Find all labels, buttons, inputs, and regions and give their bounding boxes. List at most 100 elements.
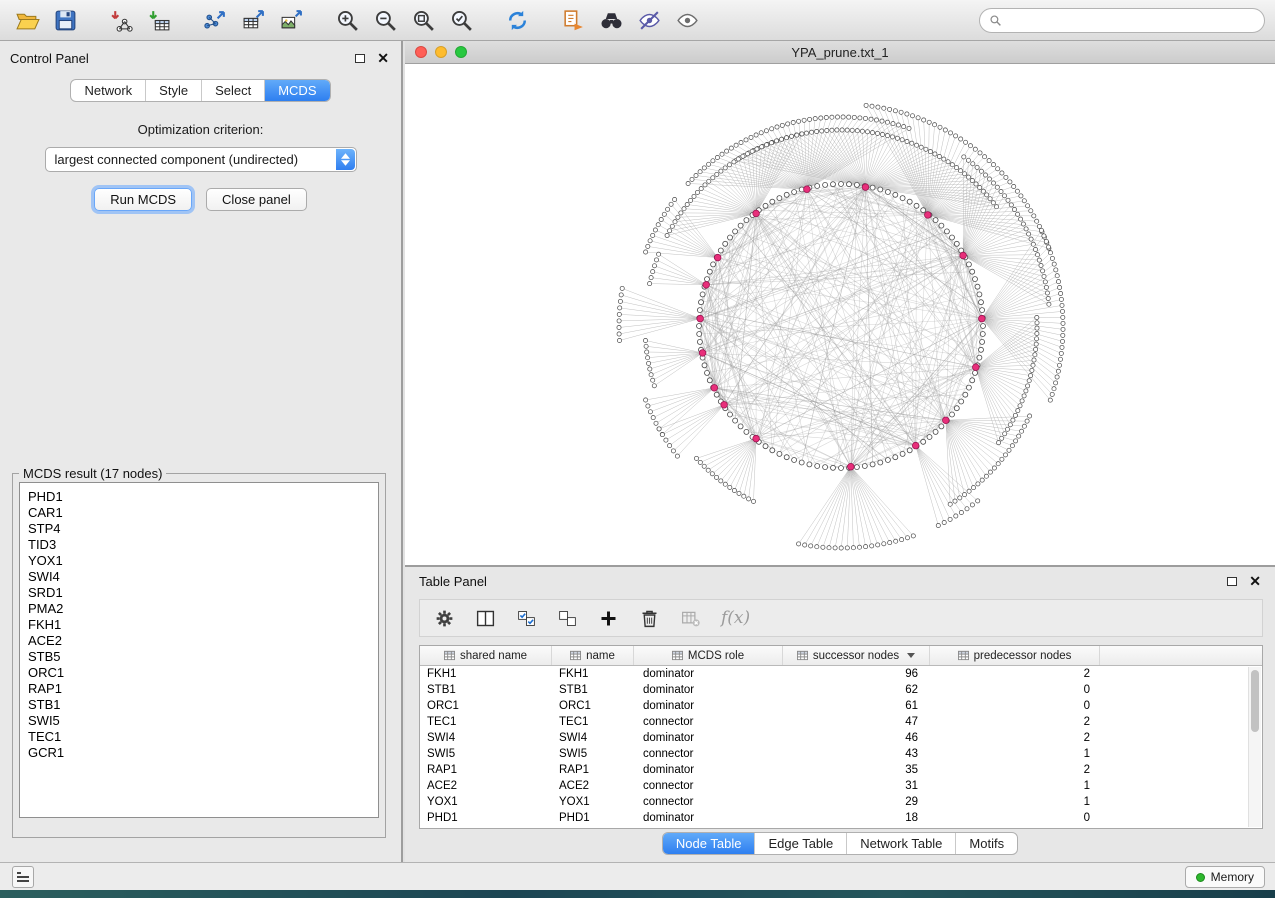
column-header-predecessor-nodes[interactable]: predecessor nodes (930, 646, 1100, 665)
run-mcds-button[interactable]: Run MCDS (94, 188, 192, 211)
zoom-fit-button[interactable] (406, 4, 440, 36)
table-scrollbar[interactable] (1248, 667, 1261, 827)
close-panel-icon[interactable]: ✕ (377, 53, 389, 63)
tab-select[interactable]: Select (201, 80, 264, 101)
open-file-button[interactable] (10, 4, 44, 36)
binoculars-icon (599, 8, 624, 33)
memory-button[interactable]: Memory (1185, 866, 1265, 888)
mcds-result-item[interactable]: STB5 (28, 649, 378, 665)
save-button[interactable] (48, 4, 82, 36)
search-input[interactable] (1002, 13, 1255, 27)
search-box[interactable] (979, 8, 1265, 33)
function-builder-icon[interactable]: f(x) (721, 608, 750, 628)
tab-style[interactable]: Style (145, 80, 201, 101)
mcds-result-item[interactable]: PHD1 (28, 489, 378, 505)
tab-mcds[interactable]: MCDS (264, 80, 329, 101)
table-row[interactable]: SWI5SWI5connector431 (420, 746, 1262, 762)
cell-name: ACE2 (552, 778, 634, 794)
cell-shared-name: YOX1 (420, 794, 552, 810)
table-row[interactable]: FKH1FKH1dominator962 (420, 666, 1262, 682)
mcds-result-item[interactable]: PMA2 (28, 601, 378, 617)
import-network-button[interactable] (104, 4, 138, 36)
float-table-panel-icon[interactable] (1227, 577, 1237, 586)
table-grid-icon (797, 650, 808, 661)
add-column-icon[interactable] (598, 608, 619, 629)
export-table-icon (241, 8, 266, 33)
table-row[interactable]: PHD1PHD1dominator180 (420, 810, 1262, 826)
memory-status-icon (1196, 873, 1205, 882)
network-graph[interactable] (405, 64, 1275, 565)
export-table-button[interactable] (236, 4, 270, 36)
mcds-result-item[interactable]: STB1 (28, 697, 378, 713)
show-button[interactable] (670, 4, 704, 36)
mcds-result-item[interactable]: STP4 (28, 521, 378, 537)
cell-mcds-role: dominator (634, 666, 783, 682)
zoom-in-button[interactable] (330, 4, 364, 36)
cell-mcds-role: connector (634, 794, 783, 810)
refresh-group (500, 4, 534, 36)
close-table-panel-icon[interactable]: ✕ (1249, 576, 1261, 586)
mcds-result-item[interactable]: RAP1 (28, 681, 378, 697)
criterion-dropdown[interactable]: largest connected component (undirected) (45, 147, 357, 172)
import-table-button[interactable] (142, 4, 176, 36)
scrollbar-thumb[interactable] (1251, 670, 1259, 732)
column-header-filler (1100, 646, 1262, 665)
select-all-icon[interactable] (516, 608, 537, 629)
cell-predecessor-nodes: 2 (930, 762, 1100, 778)
cell-successor-nodes: 35 (783, 762, 930, 778)
tab-network-table[interactable]: Network Table (846, 833, 955, 854)
export-network-button[interactable] (198, 4, 232, 36)
mcds-result-item[interactable]: FKH1 (28, 617, 378, 633)
mcds-result-item[interactable]: GCR1 (28, 745, 378, 761)
column-header-name[interactable]: name (552, 646, 634, 665)
import-group (104, 4, 176, 36)
column-header-shared-name[interactable]: shared name (420, 646, 552, 665)
cell-name: SWI5 (552, 746, 634, 762)
delete-column-icon[interactable] (639, 608, 660, 629)
columns-icon[interactable] (475, 608, 496, 629)
unselect-all-icon[interactable] (557, 608, 578, 629)
tab-network[interactable]: Network (71, 80, 145, 101)
zoom-out-button[interactable] (368, 4, 402, 36)
mcds-result-list[interactable]: PHD1CAR1STP4TID3YOX1SWI4SRD1PMA2FKH1ACE2… (19, 482, 379, 818)
tab-motifs[interactable]: Motifs (955, 833, 1017, 854)
export-image-button[interactable] (274, 4, 308, 36)
gear-icon[interactable] (434, 608, 455, 629)
cell-successor-nodes: 61 (783, 698, 930, 714)
column-header-successor-nodes[interactable]: successor nodes (783, 646, 930, 665)
clone-network-button[interactable] (556, 4, 590, 36)
mcds-result-item[interactable]: TEC1 (28, 729, 378, 745)
mcds-result-item[interactable]: SWI4 (28, 569, 378, 585)
task-history-button[interactable] (12, 866, 34, 888)
refresh-button[interactable] (500, 4, 534, 36)
table-row[interactable]: TEC1TEC1connector472 (420, 714, 1262, 730)
mcds-result-item[interactable]: TID3 (28, 537, 378, 553)
column-header-mcds-role[interactable]: MCDS role (634, 646, 783, 665)
cell-shared-name: RAP1 (420, 762, 552, 778)
table-row[interactable]: YOX1YOX1connector291 (420, 794, 1262, 810)
cell-predecessor-nodes: 1 (930, 778, 1100, 794)
table-row[interactable]: STB1STB1dominator620 (420, 682, 1262, 698)
delete-table-icon[interactable] (680, 608, 701, 629)
mcds-result-item[interactable]: CAR1 (28, 505, 378, 521)
network-window-titlebar[interactable]: YPA_prune.txt_1 (405, 41, 1275, 64)
mcds-result-item[interactable]: SWI5 (28, 713, 378, 729)
tab-edge-table[interactable]: Edge Table (754, 833, 846, 854)
table-row[interactable]: RAP1RAP1dominator352 (420, 762, 1262, 778)
cell-predecessor-nodes: 2 (930, 714, 1100, 730)
hide-button[interactable] (632, 4, 666, 36)
table-row[interactable]: ACE2ACE2connector311 (420, 778, 1262, 794)
mcds-result-item[interactable]: ACE2 (28, 633, 378, 649)
mcds-result-item[interactable]: SRD1 (28, 585, 378, 601)
binoculars-button[interactable] (594, 4, 628, 36)
close-panel-button[interactable]: Close panel (206, 188, 307, 211)
mcds-result-item[interactable]: ORC1 (28, 665, 378, 681)
mcds-result-item[interactable]: YOX1 (28, 553, 378, 569)
cell-name: ORC1 (552, 698, 634, 714)
float-panel-icon[interactable] (355, 54, 365, 63)
tab-node-table[interactable]: Node Table (663, 833, 755, 854)
network-view[interactable] (405, 64, 1275, 565)
table-row[interactable]: SWI4SWI4dominator462 (420, 730, 1262, 746)
zoom-selected-button[interactable] (444, 4, 478, 36)
table-row[interactable]: ORC1ORC1dominator610 (420, 698, 1262, 714)
